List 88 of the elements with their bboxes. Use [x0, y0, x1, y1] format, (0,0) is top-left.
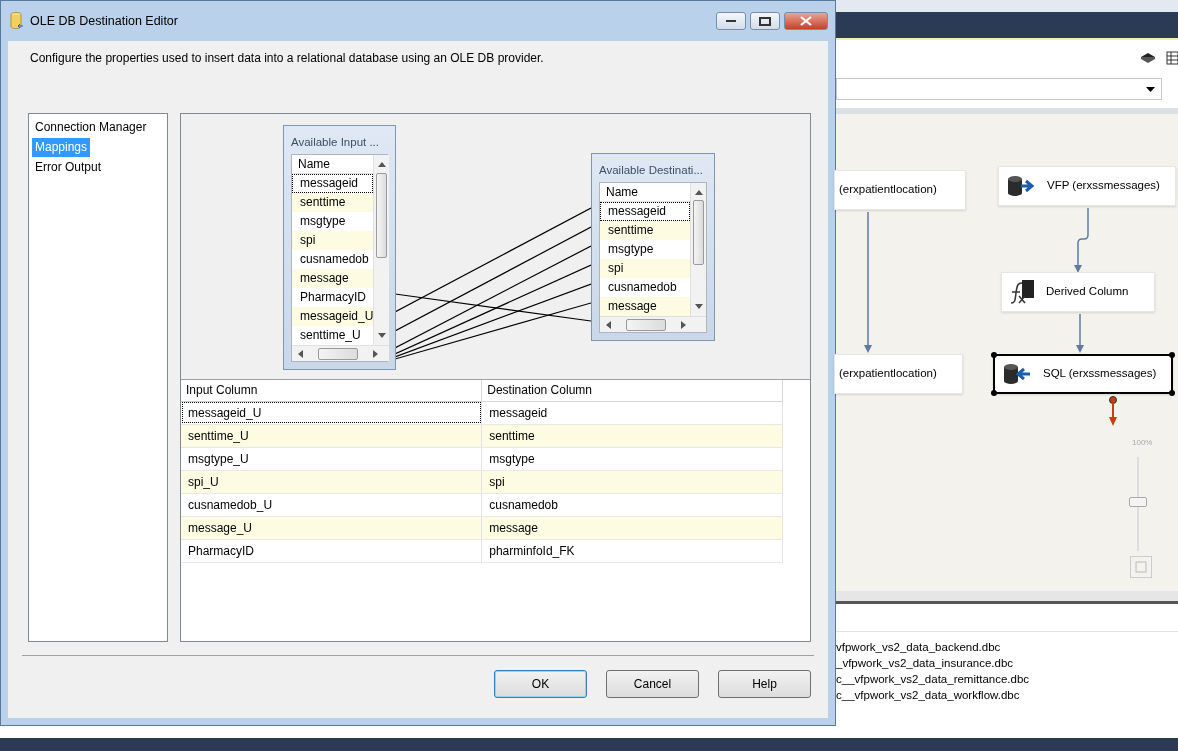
list-item[interactable]: message [292, 269, 374, 289]
list-item[interactable]: cusnamedob [292, 250, 374, 270]
table-cell[interactable]: PharmacyID [181, 539, 482, 562]
component-node[interactable]: Derived Column [1001, 272, 1155, 312]
panel-title: Available Destinati... [599, 163, 704, 178]
dropdown-field[interactable] [836, 78, 1162, 100]
scroll-down-icon[interactable] [694, 304, 703, 310]
maximize-button[interactable] [750, 12, 780, 30]
output-line: vfpwork_vs2_data_backend.dbc [836, 640, 1002, 655]
dialog-button[interactable]: Cancel [606, 670, 699, 698]
column-header: Input Column [181, 380, 482, 401]
list-item[interactable]: spi [600, 259, 690, 279]
component-node[interactable]: (erxpatientlocation) [834, 170, 966, 210]
scroll-up-icon[interactable] [377, 162, 386, 168]
connector-arrow [1074, 208, 1092, 274]
node-label: Derived Column [1046, 284, 1129, 300]
scroll-thumb[interactable] [693, 200, 704, 266]
close-icon [800, 16, 812, 26]
table-cell[interactable]: pharminfoId_FK [481, 539, 783, 562]
table-cell[interactable]: senttime [481, 424, 783, 447]
package-icon[interactable] [1140, 52, 1156, 64]
scroll-right-icon[interactable] [681, 320, 686, 329]
cylinder-icon [10, 12, 24, 30]
window-title: OLE DB Destination Editor [30, 12, 178, 30]
node-label: SQL (erxssmessages) [1043, 366, 1157, 382]
list-item[interactable]: spi [292, 231, 374, 251]
table-cell[interactable]: cusnamedob_U [181, 493, 482, 516]
scroll-left-icon[interactable] [606, 320, 611, 329]
nav-item[interactable]: Connection Manager [32, 118, 150, 137]
table-cell[interactable]: message_U [181, 516, 482, 539]
cylinder-arrow-icon [1003, 363, 1031, 385]
close-button[interactable] [784, 12, 828, 30]
node-label: (erxpatientlocation) [839, 182, 937, 198]
table-cell[interactable]: spi_U [181, 470, 482, 493]
list-item[interactable]: senttime [600, 221, 690, 241]
description-text: Configure the properties used to insert data into a relational database using an OLE DB provider. [29, 50, 545, 67]
zoom-label: 100% [1132, 437, 1153, 449]
table-cell[interactable]: senttime_U [181, 424, 482, 447]
scroll-down-icon[interactable] [377, 333, 386, 339]
scroll-thumb[interactable] [318, 347, 358, 360]
list-item[interactable]: senttime_U [292, 326, 374, 346]
zoom-thumb[interactable] [1129, 497, 1147, 507]
component-node[interactable]: VFP (erxssmessages) [998, 166, 1176, 206]
node-label: (erxpatientlocation) [839, 366, 937, 382]
list-item[interactable]: messageid [292, 174, 374, 194]
nav-item[interactable]: Error Output [32, 158, 105, 177]
vertical-scrollbar[interactable] [690, 183, 706, 317]
table-cell[interactable]: cusnamedob [481, 493, 783, 516]
table-cell[interactable]: msgtype_U [181, 447, 482, 470]
list-item[interactable]: PharmacyID [292, 288, 374, 308]
dialog-button[interactable]: OK [494, 670, 587, 698]
scroll-thumb[interactable] [626, 318, 666, 331]
component-node[interactable]: (erxpatientlocation) [834, 354, 963, 394]
component-node[interactable]: SQL (erxssmessages) [993, 354, 1173, 394]
grid-icon[interactable] [1166, 50, 1178, 66]
output-arrow [1108, 396, 1118, 427]
minimize-icon [726, 19, 736, 23]
table-cell[interactable]: messageid_U [181, 401, 482, 424]
scroll-right-icon[interactable] [373, 349, 378, 358]
list-item[interactable]: msgtype [292, 212, 374, 232]
output-line: c__vfpwork_vs2_data_remittance.dbc [836, 672, 1031, 687]
output-line: c__vfpwork_vs2_data_workflow.dbc [836, 688, 1021, 703]
table-cell[interactable]: messageid [481, 401, 783, 424]
list-item[interactable]: messageid [600, 202, 690, 222]
maximize-icon [759, 16, 771, 26]
connector-arrow [1076, 314, 1084, 354]
list-item[interactable]: cusnamedob [600, 278, 690, 298]
node-label: VFP (erxssmessages) [1047, 178, 1160, 194]
list-item[interactable]: messageid_U [292, 307, 374, 327]
scroll-thumb[interactable] [376, 173, 388, 259]
vertical-scrollbar[interactable] [373, 155, 390, 346]
table-cell[interactable]: message [481, 516, 783, 539]
column-header: Destination Column [481, 380, 783, 401]
scroll-left-icon[interactable] [298, 349, 303, 358]
function-icon [1010, 280, 1034, 304]
table-cell[interactable]: spi [481, 470, 783, 493]
list-item[interactable]: msgtype [600, 240, 690, 260]
scroll-up-icon[interactable] [694, 190, 703, 196]
panel-title: Available Input ... [291, 135, 380, 150]
list-item[interactable]: senttime [292, 193, 374, 213]
caret-icon [1146, 86, 1155, 92]
list-item[interactable]: message [600, 297, 690, 317]
dialog-button[interactable]: Help [718, 670, 811, 698]
cylinder-arrow-icon [1007, 175, 1035, 197]
output-line: _vfpwork_vs2_data_insurance.dbc [836, 656, 1015, 671]
table-cell[interactable]: msgtype [481, 447, 783, 470]
horizontal-scrollbar[interactable] [836, 591, 1178, 604]
minimize-button[interactable] [716, 12, 746, 30]
